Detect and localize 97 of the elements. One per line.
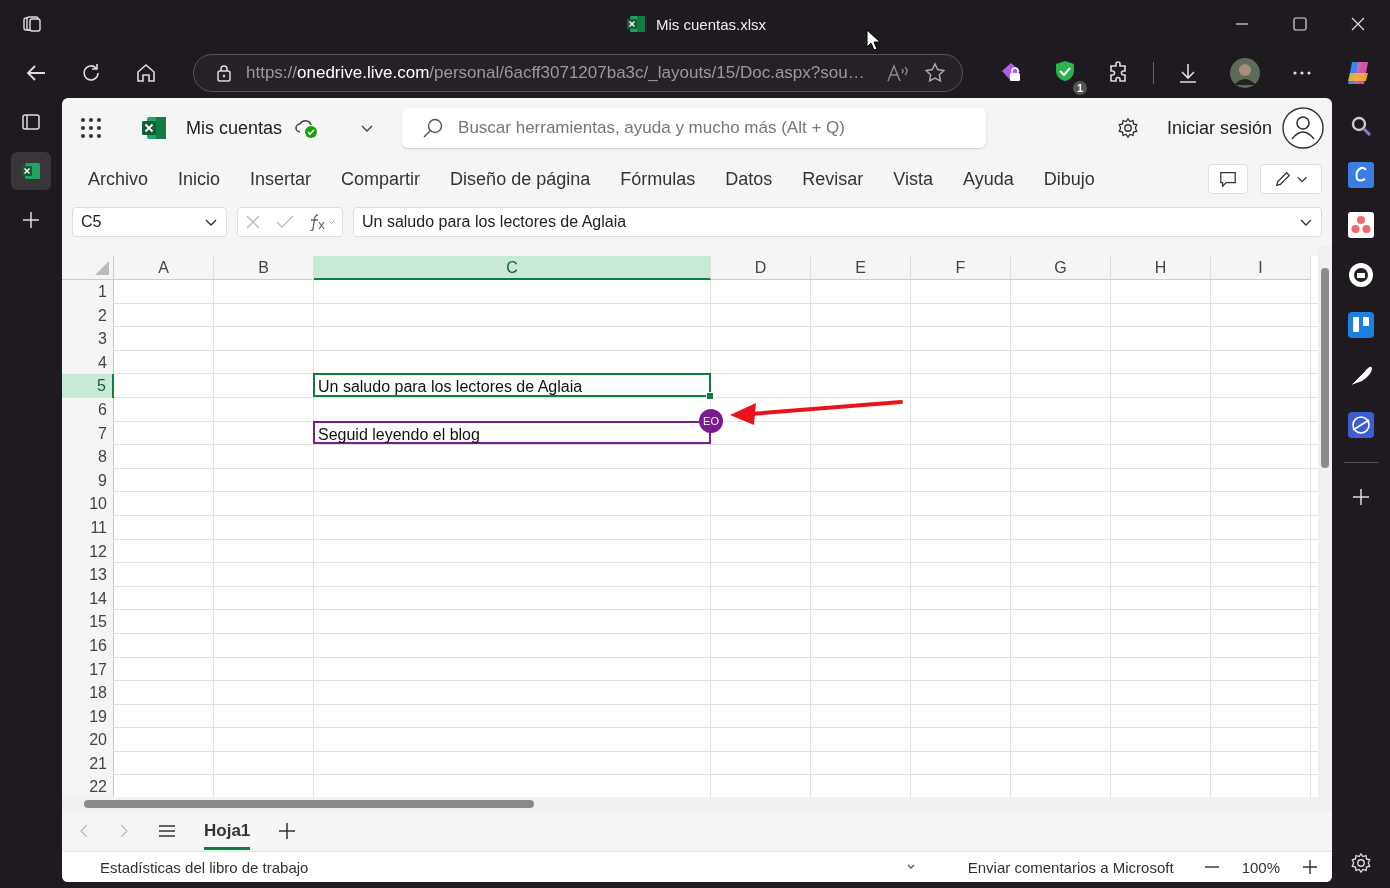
row-header[interactable]: 16 xyxy=(62,633,114,658)
row-header[interactable]: 2 xyxy=(62,303,114,328)
extension-badge: 1 xyxy=(1072,81,1087,95)
row-header[interactable]: 22 xyxy=(62,775,114,797)
column-header[interactable]: I xyxy=(1211,256,1311,280)
function-icon[interactable] xyxy=(308,213,335,231)
shield-check-icon[interactable] xyxy=(1053,59,1077,83)
row-header[interactable]: 21 xyxy=(62,751,114,776)
add-icon[interactable] xyxy=(1351,487,1371,507)
address-bar[interactable]: https://onedrive.live.com/personal/6acff3071207ba3c/_layouts/15/Doc.aspx?sou… xyxy=(193,54,963,92)
row-header[interactable]: 6 xyxy=(62,397,114,422)
row-header[interactable]: 4 xyxy=(62,350,114,375)
ribbon-tab[interactable]: Compartir xyxy=(341,168,421,190)
ribbon-tab[interactable]: Archivo xyxy=(88,168,149,190)
globe-app-icon[interactable] xyxy=(1348,412,1374,438)
add-sheet-icon[interactable] xyxy=(278,822,297,840)
search-icon xyxy=(422,117,445,139)
row-header[interactable]: 12 xyxy=(62,539,114,564)
sheet-list-icon[interactable] xyxy=(158,823,176,839)
ribbon-tab[interactable]: Datos xyxy=(725,168,773,190)
column-header[interactable]: G xyxy=(1011,256,1111,280)
badge-app-icon[interactable] xyxy=(1348,262,1374,288)
row-header[interactable]: 17 xyxy=(62,657,114,682)
tab-actions-icon[interactable] xyxy=(22,14,42,34)
star-icon[interactable] xyxy=(924,62,946,84)
editing-mode-button[interactable] xyxy=(1260,164,1322,194)
document-name[interactable]: Mis cuentas xyxy=(186,117,283,139)
name-box[interactable]: C5 xyxy=(72,207,227,237)
formula-field[interactable]: Un saludo para los lectores de Aglaia xyxy=(353,207,1322,237)
browser-tab[interactable] xyxy=(11,152,51,190)
column-header[interactable]: C xyxy=(314,256,711,280)
comment-icon xyxy=(1219,170,1237,188)
zoom-in-icon[interactable] xyxy=(1302,859,1318,875)
column-header[interactable]: H xyxy=(1111,256,1211,280)
ribbon-tab[interactable]: Fórmulas xyxy=(620,168,696,190)
row-header[interactable]: 18 xyxy=(62,681,114,705)
window-title: Mis cuentas.xlsx xyxy=(656,15,767,33)
close-icon[interactable] xyxy=(1350,16,1366,32)
horizontal-scrollbar[interactable] xyxy=(62,797,1332,811)
column-header[interactable]: B xyxy=(214,256,314,280)
refresh-icon[interactable] xyxy=(80,62,102,84)
row-header[interactable]: 19 xyxy=(62,704,114,729)
search-field[interactable]: Buscar herramientas, ayuda y mucho más (Alt + Q) xyxy=(402,108,987,148)
new-tab-icon[interactable] xyxy=(21,210,41,230)
letter-c-app-icon[interactable] xyxy=(1348,162,1374,188)
home-icon[interactable] xyxy=(135,62,157,84)
row-header[interactable]: 14 xyxy=(62,586,114,611)
row-header[interactable]: 7 xyxy=(62,421,114,446)
row-header[interactable]: 15 xyxy=(62,610,114,634)
ribbon-tab[interactable]: Insertar xyxy=(250,168,312,190)
row-header[interactable]: 9 xyxy=(62,468,114,493)
app-launcher-icon[interactable] xyxy=(80,117,102,139)
row-header[interactable]: 1 xyxy=(62,280,114,304)
url-text: https://onedrive.live.com/personal/6acff3071207ba3c/_layouts/15/Doc.aspx?sou… xyxy=(246,63,866,83)
row-header[interactable]: 11 xyxy=(62,515,114,540)
three-dots-app-icon[interactable] xyxy=(1348,212,1374,238)
row-header[interactable]: 10 xyxy=(62,492,114,516)
row-header[interactable]: 3 xyxy=(62,327,114,351)
lock-icon xyxy=(216,64,232,82)
maximize-icon[interactable] xyxy=(1292,16,1308,32)
feedback-link[interactable]: Enviar comentarios a Microsoft xyxy=(967,858,1174,876)
row-header[interactable]: 8 xyxy=(62,445,114,469)
comments-button[interactable] xyxy=(1208,164,1248,194)
ribbon-tab[interactable]: Inicio xyxy=(178,168,221,190)
fill-handle[interactable] xyxy=(706,391,714,400)
row-header[interactable]: 13 xyxy=(62,563,114,587)
ribbon-tab[interactable]: Vista xyxy=(893,168,933,190)
spreadsheet-icon xyxy=(626,14,646,34)
search-icon[interactable] xyxy=(1349,114,1373,138)
ribbon-tab[interactable]: Ayuda xyxy=(963,168,1014,190)
settings-icon[interactable] xyxy=(1350,852,1372,874)
column-header[interactable]: A xyxy=(114,256,214,280)
mouse-pointer-icon xyxy=(866,29,880,51)
spreadsheet-logo-icon xyxy=(140,114,168,142)
pencil-icon xyxy=(1274,170,1292,188)
spreadsheet-icon xyxy=(21,161,41,181)
ribbon-tab[interactable]: Revisar xyxy=(802,168,864,190)
sign-in-link[interactable]: Iniciar sesión xyxy=(1166,117,1272,139)
read-aloud-icon[interactable] xyxy=(886,63,910,83)
profile-avatar-icon[interactable] xyxy=(1230,58,1260,88)
column-header[interactable]: E xyxy=(811,256,911,280)
table-cell[interactable]: Un saludo para los lectores de Aglaia xyxy=(313,373,711,397)
vertical-scrollbar[interactable] xyxy=(1318,246,1332,797)
row-header[interactable]: 5 xyxy=(62,374,114,398)
tab-panel-icon[interactable] xyxy=(21,112,41,132)
column-header[interactable]: F xyxy=(911,256,1011,280)
collaborator-badge: EO xyxy=(699,408,723,433)
zoom-level[interactable]: 100% xyxy=(1241,858,1280,876)
user-avatar-icon[interactable] xyxy=(1282,107,1324,149)
row-header[interactable]: 20 xyxy=(62,728,114,752)
ribbon-tab[interactable]: Dibujo xyxy=(1043,168,1095,190)
workbook-statistics[interactable]: Estadísticas del libro de trabajo xyxy=(100,858,309,876)
ribbon-tab[interactable]: Diseño de página xyxy=(450,168,591,190)
board-app-icon[interactable] xyxy=(1348,312,1374,338)
cloud-check-icon xyxy=(294,117,319,139)
settings-icon[interactable] xyxy=(1116,117,1139,139)
column-header[interactable]: D xyxy=(711,256,811,280)
